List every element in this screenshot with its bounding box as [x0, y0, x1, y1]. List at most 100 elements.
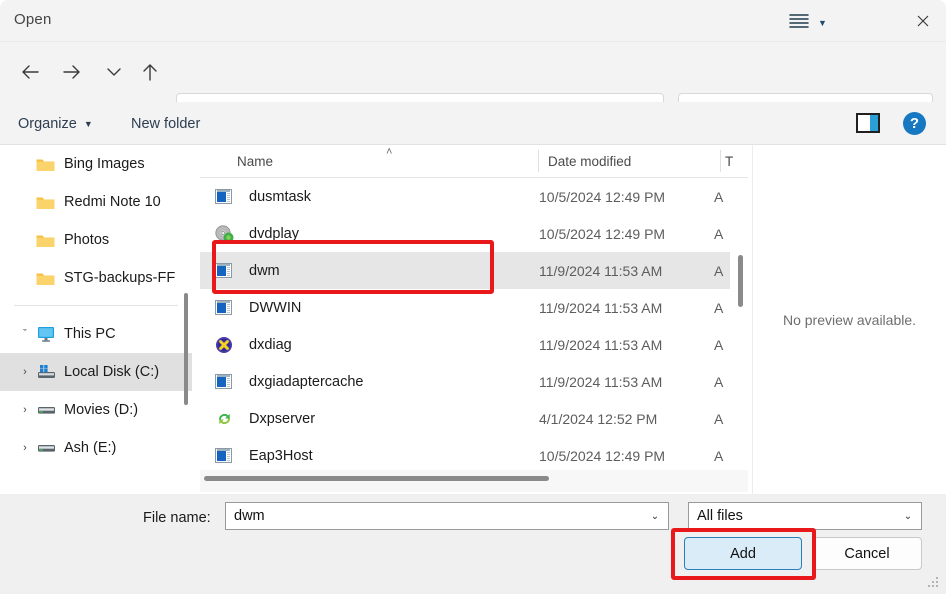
chevron-down-icon[interactable]: ⌄ [642, 511, 668, 522]
chevron-down-icon: ▼ [84, 119, 93, 129]
table-row-selected[interactable]: dwm 11/9/2024 11:53 AM A [200, 252, 730, 289]
open-file-dialog: Open [0, 0, 946, 594]
file-type: A [714, 374, 723, 390]
folder-icon [36, 157, 64, 172]
file-type: A [714, 411, 723, 427]
this-pc-icon [36, 326, 64, 343]
file-list-horizontal-scrollbar[interactable] [204, 476, 549, 481]
arrow-right-icon[interactable] [54, 54, 90, 90]
column-header-name[interactable]: Name [237, 145, 273, 177]
drive-icon-windows [36, 364, 64, 380]
sidebar-divider [14, 305, 178, 306]
list-view-icon[interactable] [788, 11, 810, 32]
sidebar-item-local-disk-c[interactable]: › Local Disk (C:) [0, 353, 192, 391]
navigation-pane: Bing Images Redmi Note 10 [0, 145, 192, 494]
chevron-down-icon[interactable]: ▼ [818, 18, 827, 28]
file-date: 10/5/2024 12:49 PM [539, 226, 714, 242]
file-list-vertical-scrollbar[interactable] [738, 255, 743, 307]
preview-message: No preview available. [783, 312, 916, 328]
file-date: 10/5/2024 12:49 PM [539, 448, 714, 464]
file-type: A [714, 226, 723, 242]
table-row[interactable]: dxdiag 11/9/2024 11:53 AM A [200, 326, 730, 363]
exe-icon [215, 448, 249, 463]
sidebar-item-stg-backups[interactable]: STG-backups-FF [0, 259, 192, 297]
new-folder-label: New folder [131, 116, 200, 132]
exe-icon [215, 189, 249, 204]
new-folder-button[interactable]: New folder [131, 102, 200, 145]
table-row[interactable]: Dxpserver 4/1/2024 12:52 PM A [200, 400, 730, 437]
file-list: ˄ Name Date modified T dusmtask 10/5/202… [200, 145, 748, 494]
table-row[interactable]: dusmtask 10/5/2024 12:49 PM A [200, 178, 730, 215]
sort-ascending-icon: ˄ [386, 146, 392, 158]
chevron-right-icon[interactable]: › [14, 404, 36, 416]
sidebar-item-label: Local Disk (C:) [64, 364, 159, 380]
help-icon[interactable]: ? [903, 112, 926, 135]
chevron-right-icon[interactable]: › [14, 366, 36, 378]
column-header-date-modified[interactable]: Date modified [546, 145, 631, 177]
sidebar-item-redmi-note-10[interactable]: Redmi Note 10 [0, 183, 192, 221]
folder-icon [36, 195, 64, 210]
close-icon[interactable] [900, 0, 946, 42]
sidebar-item-this-pc[interactable]: ˇ This PC [0, 315, 192, 353]
column-header-type[interactable]: T [725, 145, 733, 177]
file-name-label: File name: [143, 510, 211, 526]
exe-icon [215, 300, 249, 315]
folder-icon [36, 271, 64, 286]
exe-icon [215, 374, 249, 389]
sidebar-item-bing-images[interactable]: Bing Images [0, 145, 192, 183]
sidebar-item-label: This PC [64, 326, 116, 342]
sidebar-item-label: Redmi Note 10 [64, 194, 161, 210]
file-date: 11/9/2024 11:53 AM [539, 300, 714, 316]
file-type-filter-dropdown[interactable]: All files ⌄ [688, 502, 922, 530]
drive-icon [36, 440, 64, 456]
sidebar-item-photos[interactable]: Photos [0, 221, 192, 259]
add-button[interactable]: Add [684, 537, 802, 570]
file-type: A [714, 263, 723, 279]
file-type: A [714, 300, 723, 316]
file-type: A [714, 337, 723, 353]
table-row[interactable]: DWWIN 11/9/2024 11:53 AM A [200, 289, 730, 326]
organize-button[interactable]: Organize ▼ [18, 102, 93, 145]
sidebar-item-ash-e[interactable]: › Ash (E:) [0, 429, 192, 467]
window-title: Open [14, 11, 52, 28]
file-name: Eap3Host [249, 448, 539, 464]
folder-icon [36, 233, 64, 248]
sidebar-item-label: Ash (E:) [64, 440, 116, 456]
file-name: dxdiag [249, 337, 539, 353]
file-date: 11/9/2024 11:53 AM [539, 263, 714, 279]
chevron-down-icon[interactable] [96, 54, 132, 90]
file-list-horizontal-scrollbar-track[interactable] [200, 470, 748, 492]
sidebar-item-movies-d[interactable]: › Movies (D:) [0, 391, 192, 429]
sidebar-item-label: STG-backups-FF [64, 270, 175, 286]
file-date: 10/5/2024 12:49 PM [539, 189, 714, 205]
sidebar-scrollbar[interactable] [184, 293, 188, 405]
arrow-left-icon[interactable] [12, 54, 48, 90]
chevron-down-icon[interactable]: ˇ [14, 328, 36, 340]
file-name: dwm [249, 263, 539, 279]
resize-grip[interactable] [927, 576, 940, 589]
file-name-field[interactable]: ⌄ [225, 502, 669, 530]
cancel-button[interactable]: Cancel [812, 537, 922, 570]
file-name: Dxpserver [249, 411, 539, 427]
chevron-right-icon[interactable]: › [14, 442, 36, 454]
file-type-filter-value: All files [697, 508, 895, 524]
file-name: dxgiadaptercache [249, 374, 539, 390]
chevron-down-icon[interactable]: ⌄ [895, 511, 921, 522]
preview-pane-icon[interactable] [856, 113, 880, 133]
arrow-up-icon[interactable] [132, 54, 168, 90]
table-row[interactable]: dxgiadaptercache 11/9/2024 11:53 AM A [200, 363, 730, 400]
table-row[interactable]: Eap3Host 10/5/2024 12:49 PM A [200, 437, 730, 474]
file-name: dvdplay [249, 226, 539, 242]
organize-label: Organize [18, 116, 77, 132]
table-row[interactable]: D dvdplay 10/5/2024 12:49 PM A [200, 215, 730, 252]
column-headers: ˄ Name Date modified T [200, 145, 748, 178]
dvd-icon: D [215, 225, 249, 243]
sync-icon [215, 410, 249, 428]
file-date: 4/1/2024 12:52 PM [539, 411, 714, 427]
toolbar: Organize ▼ New folder [0, 102, 946, 145]
file-name-input[interactable] [234, 508, 642, 524]
file-date: 11/9/2024 11:53 AM [539, 374, 714, 390]
preview-pane: No preview available. [752, 145, 946, 494]
exe-icon [215, 263, 249, 278]
file-name: dusmtask [249, 189, 539, 205]
